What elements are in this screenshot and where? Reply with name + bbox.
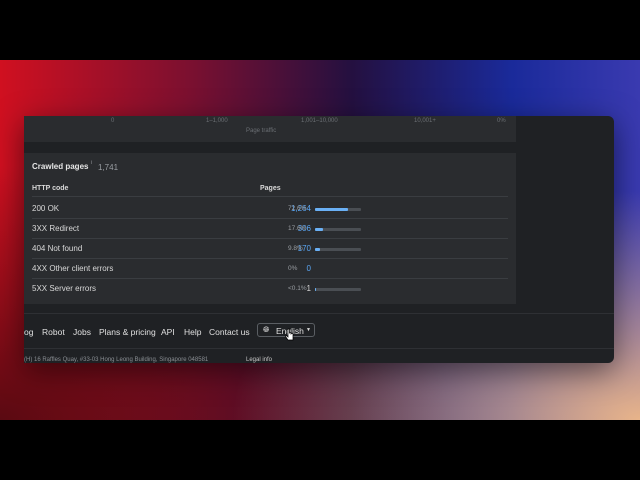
browser-window: 0 1–1,000 1,001–10,000 10,001+ 0% Page t…: [24, 116, 614, 363]
axis-tick: 10,001+: [414, 118, 436, 124]
table-row[interactable]: 404 Not found 170 9.8%: [24, 238, 516, 258]
pages-percent: <0.1%: [288, 285, 307, 292]
info-icon[interactable]: i: [91, 160, 92, 166]
http-code-label: 5XX Server errors: [32, 284, 97, 293]
percent-bar-fill: [315, 228, 324, 231]
crawled-total: 1,741: [98, 163, 119, 172]
axis-tick: 1–1,000: [206, 118, 228, 124]
pages-percent: 17.6%: [288, 225, 307, 232]
table-row[interactable]: 4XX Other client errors 0 0%: [24, 258, 516, 278]
percent-bar-fill: [315, 248, 320, 251]
axis-tick: 0: [111, 118, 115, 124]
table-row[interactable]: 5XX Server errors 1 <0.1%: [24, 278, 516, 298]
pages-count: 1: [306, 284, 311, 293]
percent-bar-fill: [315, 208, 349, 211]
percent-bar: [315, 228, 361, 231]
company-address: (H) 16 Raffles Quay, #33-03 Hong Leong B…: [24, 357, 209, 363]
http-code-label: 4XX Other client errors: [32, 264, 114, 273]
globe-icon: 🌐︎: [263, 325, 270, 334]
card-title: Crawled pages: [32, 162, 89, 171]
percent-bar: [315, 248, 361, 251]
footer-link-help[interactable]: Help: [184, 327, 201, 337]
pages-percent: 9.8%: [288, 245, 303, 252]
column-header-pages: Pages: [260, 185, 281, 192]
pages-percent: 0%: [288, 265, 298, 272]
http-code-label: 200 OK: [32, 204, 60, 213]
footer-link-jobs[interactable]: Jobs: [73, 327, 91, 337]
table-row[interactable]: 3XX Redirect 306 17.6%: [24, 218, 516, 238]
footer-link-contact-us[interactable]: Contact us: [209, 327, 250, 337]
footer-link-api[interactable]: API: [161, 327, 175, 337]
column-header-http-code: HTTP code: [32, 185, 69, 192]
caret-down-icon: ▼: [306, 327, 311, 333]
mouse-pointer-icon: [285, 328, 294, 341]
crawled-pages-card: Crawled pages i 1,741 HTTP code Pages 20…: [24, 153, 516, 304]
footer-link-blog[interactable]: og: [24, 327, 33, 337]
divider: [24, 348, 614, 349]
http-code-label: 404 Not found: [32, 244, 83, 253]
divider: [24, 313, 614, 314]
footer-link-robot[interactable]: Robot: [42, 327, 65, 337]
axis-title: Page traffic: [246, 128, 277, 134]
pages-count-link[interactable]: 0: [307, 264, 311, 273]
table-row[interactable]: 200 OK 1,264 72.6%: [24, 198, 516, 218]
pages-percent: 72.6%: [288, 205, 307, 212]
percent-bar-fill: [315, 288, 316, 291]
percent-bar: [315, 288, 361, 291]
legal-info-link[interactable]: Legal info: [246, 357, 272, 363]
divider: [32, 196, 508, 197]
percent-bar: [315, 208, 361, 211]
page-traffic-chart-axis: 0 1–1,000 1,001–10,000 10,001+ 0% Page t…: [24, 116, 516, 142]
http-code-label: 3XX Redirect: [32, 224, 80, 233]
footer-link-plans-pricing[interactable]: Plans & pricing: [99, 327, 156, 337]
axis-tick: 1,001–10,000: [301, 118, 338, 124]
axis-tick: 0%: [497, 118, 506, 124]
